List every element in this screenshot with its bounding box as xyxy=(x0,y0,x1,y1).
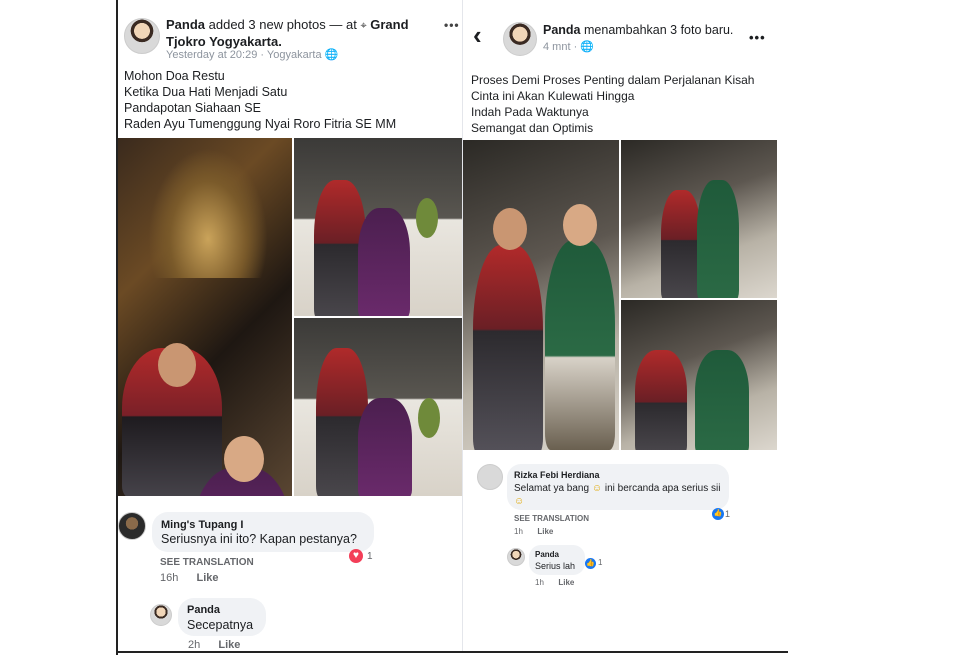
smile-emoji-icon: ☺ xyxy=(514,496,525,507)
see-translation-link[interactable]: SEE TRANSLATION xyxy=(514,514,589,523)
reply-bubble: Panda Serius lah xyxy=(529,545,585,575)
commenter-name[interactable]: Ming's Tupang I xyxy=(161,519,243,531)
post-action: menambahkan 3 foto baru. xyxy=(584,23,734,37)
post-photo-main[interactable] xyxy=(463,140,619,450)
back-arrow-icon[interactable]: ‹ xyxy=(473,22,482,48)
like-reaction-icon[interactable]: 👍 xyxy=(585,558,596,569)
reaction-count: 1 xyxy=(367,551,373,562)
left-post-card: Panda added 3 new photos — at ⌖ Grand Tj… xyxy=(118,0,468,651)
author-name[interactable]: Panda xyxy=(166,17,205,32)
reply-bubble: Panda Secepatnya xyxy=(178,598,266,636)
comment-text: Selamat ya bang ☺ ini bercanda apa seriu… xyxy=(514,483,721,507)
bottom-border-line xyxy=(116,651,788,653)
post-text-line: Indah Pada Waktunya xyxy=(471,105,589,119)
post-time[interactable]: 4 mnt xyxy=(543,41,571,53)
post-header: Panda added 3 new photos — at ⌖ Grand Tj… xyxy=(166,17,416,50)
comment-bubble: Ming's Tupang I Seriusnya ini ito? Kapan… xyxy=(152,512,374,552)
reply-time: 2h xyxy=(188,639,201,651)
post-text-line: Ketika Dua Hati Menjadi Satu xyxy=(124,85,288,99)
reply-author[interactable]: Panda xyxy=(535,550,559,559)
comment-text: Seriusnya ini ito? Kapan pestanya? xyxy=(161,532,357,546)
love-reaction-icon[interactable]: ♥ xyxy=(349,549,363,563)
post-action: added 3 new photos — at xyxy=(208,17,357,32)
reaction-count: 1 xyxy=(725,509,731,519)
reply-text: Secepatnya xyxy=(187,618,254,632)
reply-author[interactable]: Panda xyxy=(187,604,220,616)
smile-emoji-icon: ☺ xyxy=(591,483,603,494)
post-header: Panda menambahkan 3 foto baru. xyxy=(543,23,733,37)
post-text-line: Mohon Doa Restu xyxy=(124,69,225,83)
reply-like-button[interactable]: Like xyxy=(218,639,240,651)
more-dots-icon[interactable]: ••• xyxy=(444,18,460,32)
post-text-line: Cinta ini Akan Kulewati Hingga xyxy=(471,89,635,103)
post-text-line: Proses Demi Proses Penting dalam Perjala… xyxy=(471,73,755,87)
post-time[interactable]: Yesterday at 20:29 xyxy=(166,49,257,61)
commenter-avatar[interactable] xyxy=(118,512,146,540)
more-dots-icon[interactable]: ••• xyxy=(749,30,766,45)
comment-bubble: Rizka Febi Herdiana Selamat ya bang ☺ in… xyxy=(507,464,729,510)
location-pin-icon: ⌖ xyxy=(360,20,367,32)
post-photo-bottom-right[interactable] xyxy=(621,300,777,450)
post-photo-bottom-right[interactable] xyxy=(294,318,468,496)
post-text: Mohon Doa Restu Ketika Dua Hati Menjadi … xyxy=(124,68,396,132)
right-post-card: ‹ Panda menambahkan 3 foto baru. 4 mnt ·… xyxy=(462,0,788,651)
reaction-count: 1 xyxy=(598,558,603,567)
comment-like-button[interactable]: Like xyxy=(196,572,218,584)
post-text-line: Semangat dan Optimis xyxy=(471,121,594,135)
author-avatar[interactable] xyxy=(503,22,537,56)
comment-actions: 16h Like xyxy=(160,572,219,584)
reply-avatar[interactable] xyxy=(507,548,525,566)
globe-icon: 🌐 xyxy=(580,41,594,53)
reply-text: Serius lah xyxy=(535,561,576,571)
post-meta: 4 mnt · 🌐 xyxy=(543,41,594,53)
post-photo-top-right[interactable] xyxy=(294,138,468,316)
reply-like-button[interactable]: Like xyxy=(558,578,574,587)
globe-icon: 🌐 xyxy=(324,49,339,61)
post-text-line: Raden Ayu Tumenggung Nyai Roro Fitria SE… xyxy=(124,117,397,131)
comment-like-button[interactable]: Like xyxy=(537,527,553,536)
post-meta: Yesterday at 20:29 · Yogyakarta 🌐 xyxy=(166,49,339,61)
post-photo-top-right[interactable] xyxy=(621,140,777,298)
reply-actions: 2h Like xyxy=(188,639,240,651)
commenter-name[interactable]: Rizka Febi Herdiana xyxy=(514,470,600,480)
see-translation-link[interactable]: SEE TRANSLATION xyxy=(160,557,254,568)
post-text: Proses Demi Proses Penting dalam Perjala… xyxy=(471,72,754,136)
post-photo-main[interactable] xyxy=(118,138,292,496)
author-name[interactable]: Panda xyxy=(543,23,581,37)
reply-actions: 1h Like xyxy=(535,578,574,587)
like-reaction-icon[interactable]: 👍 xyxy=(712,508,724,520)
comment-actions: 1h Like xyxy=(514,527,553,536)
author-avatar[interactable] xyxy=(124,18,160,54)
post-text-line: Pandapotan Siahaan SE xyxy=(124,101,261,115)
commenter-avatar[interactable] xyxy=(477,464,503,490)
reply-avatar[interactable] xyxy=(150,604,172,626)
post-location: Yogyakarta xyxy=(266,49,322,61)
comment-time: 16h xyxy=(160,572,179,584)
comment-time: 1h xyxy=(514,527,523,536)
reply-time: 1h xyxy=(535,578,544,587)
